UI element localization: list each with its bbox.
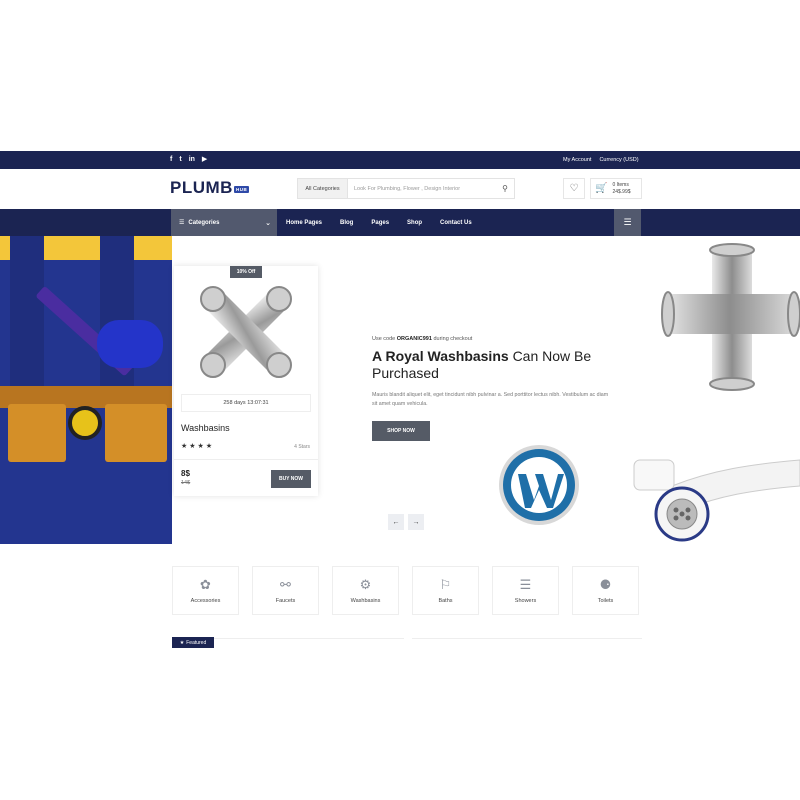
nav-item-shop[interactable]: Shop — [407, 220, 422, 226]
pipe-cross-image — [200, 286, 292, 378]
star-icon: ★ — [179, 639, 185, 646]
linkedin-icon[interactable]: in — [189, 154, 195, 166]
featured-tab[interactable]: ★ Featured — [172, 637, 214, 648]
facebook-icon[interactable]: f — [170, 154, 172, 166]
nav-menu: Home Pages Blog Pages Shop Contact Us — [286, 209, 472, 236]
hero-description: Mauris blandit aliquet elit, eget tincid… — [372, 392, 609, 407]
hero-content: Use code ORGANIC991 during checkout A Ro… — [372, 336, 612, 441]
search-icon[interactable]: ⚲ — [496, 179, 514, 198]
card-divider — [174, 459, 318, 460]
category-label: Showers — [514, 597, 537, 604]
category-tile-toilets[interactable]: ⚈ Toilets — [572, 566, 639, 615]
toilet-icon: ⚈ — [599, 576, 612, 592]
product-price: 8$ — [181, 469, 190, 478]
star-rating: ★★★★ — [181, 443, 215, 450]
nav-item-contact-us[interactable]: Contact Us — [440, 220, 472, 226]
pipe-fitting-image — [661, 243, 800, 391]
featured-section-header: ★ Featured — [172, 637, 642, 649]
hero-headline: A Royal Washbasins Can Now Be Purchased — [372, 348, 612, 382]
slider-arrows: ← → — [388, 514, 424, 530]
washbasin-icon: ⚙ — [359, 576, 372, 592]
hamburger-menu-button[interactable]: ☰ — [614, 209, 641, 236]
arrow-left-icon: ← — [392, 518, 400, 526]
nav-item-blog[interactable]: Blog — [340, 220, 353, 226]
drain-pipe-image — [633, 459, 800, 542]
product-old-price: 14$ — [181, 480, 191, 486]
top-bar-right: My Account Currency (USD) — [563, 154, 639, 166]
category-label: Faucets — [275, 597, 296, 604]
cart-total: 24$.99$ — [612, 188, 631, 195]
wordpress-logo — [499, 445, 579, 525]
chevron-down-icon: ⌄ — [265, 219, 271, 227]
category-tile-showers[interactable]: ☰ Showers — [492, 566, 559, 615]
promo-prefix: Use code — [372, 336, 396, 342]
arrow-right-icon: → — [412, 518, 420, 526]
main-nav: ☰ Categories ⌄ Home Pages Blog Pages Sho… — [0, 209, 800, 236]
discount-badge: 10% Off — [230, 266, 262, 278]
slider-prev-button[interactable]: ← — [388, 514, 404, 530]
hero-slider: 10% Off 258 days 13:07:31 Washbasins ★★★… — [0, 236, 800, 546]
leaf-icon: ✿ — [200, 576, 211, 592]
social-links: f t in ▶ — [170, 154, 207, 166]
nav-item-home-pages[interactable]: Home Pages — [286, 220, 322, 226]
faucet-icon: ⚯ — [280, 576, 291, 592]
category-label: Baths — [438, 597, 453, 604]
category-label: Toilets — [597, 597, 614, 604]
cart-summary: 0 Items 24$.99$ — [612, 182, 630, 196]
categories-dropdown[interactable]: ☰ Categories ⌄ — [171, 209, 277, 236]
search-bar: All Categories Look For Plumbing, Flower… — [297, 178, 515, 199]
category-tile-washbasins[interactable]: ⚙ Washbasins — [332, 566, 399, 615]
hero-headline-bold: A Royal Washbasins — [372, 348, 509, 364]
youtube-icon[interactable]: ▶ — [202, 154, 207, 166]
my-account-link[interactable]: My Account — [563, 154, 591, 166]
category-tiles: ✿ Accessories ⚯ Faucets ⚙ Washbasins ⚐ B… — [172, 566, 639, 615]
hamburger-icon: ☰ — [623, 217, 632, 227]
category-label: Washbasins — [350, 597, 381, 604]
rating-count: 4 Stars — [294, 444, 310, 450]
category-tile-baths[interactable]: ⚐ Baths — [412, 566, 479, 615]
currency-selector[interactable]: Currency (USD) — [599, 154, 638, 166]
promo-suffix: during checkout — [433, 336, 473, 342]
logo[interactable]: PLUMB HUB — [170, 178, 250, 198]
buy-now-button[interactable]: BUY NOW — [271, 470, 311, 488]
shop-now-button[interactable]: SHOP NOW — [372, 421, 430, 441]
top-bar: f t in ▶ My Account Currency (USD) — [0, 151, 800, 169]
promo-code: ORGANIC991 — [396, 336, 432, 342]
twitter-icon[interactable]: t — [179, 154, 181, 166]
cart-button[interactable]: 🛒 0 Items 24$.99$ — [590, 178, 642, 199]
wishlist-button[interactable]: ♡ — [563, 178, 585, 199]
product-card[interactable]: 10% Off 258 days 13:07:31 Washbasins ★★★… — [174, 266, 318, 496]
product-title[interactable]: Washbasins — [181, 423, 230, 433]
categories-label: Categories — [188, 219, 220, 226]
cart-items: 0 Items — [612, 181, 629, 188]
nav-item-pages[interactable]: Pages — [371, 220, 389, 226]
menu-lines-icon: ☰ — [179, 220, 185, 226]
logo-badge: HUB — [233, 186, 250, 193]
divider — [412, 638, 642, 639]
site-header: PLUMB HUB All Categories Look For Plumbi… — [0, 169, 800, 209]
shower-icon: ☰ — [519, 576, 532, 592]
search-input[interactable]: Look For Plumbing, Flower , Design Inter… — [348, 186, 496, 192]
featured-label: Featured — [186, 639, 207, 646]
plumber-image — [0, 236, 172, 544]
heart-icon: ♡ — [569, 183, 579, 194]
category-tile-faucets[interactable]: ⚯ Faucets — [252, 566, 319, 615]
search-category-select[interactable]: All Categories — [298, 179, 348, 198]
cart-icon: 🛒 — [595, 183, 608, 194]
logo-text: PLUMB — [170, 178, 233, 197]
countdown-timer: 258 days 13:07:31 — [181, 394, 311, 412]
bath-icon: ⚐ — [439, 576, 452, 592]
category-tile-accessories[interactable]: ✿ Accessories — [172, 566, 239, 615]
divider — [214, 638, 404, 639]
promo-code-line: Use code ORGANIC991 during checkout — [372, 336, 612, 342]
slider-next-button[interactable]: → — [408, 514, 424, 530]
category-label: Accessories — [190, 597, 221, 604]
